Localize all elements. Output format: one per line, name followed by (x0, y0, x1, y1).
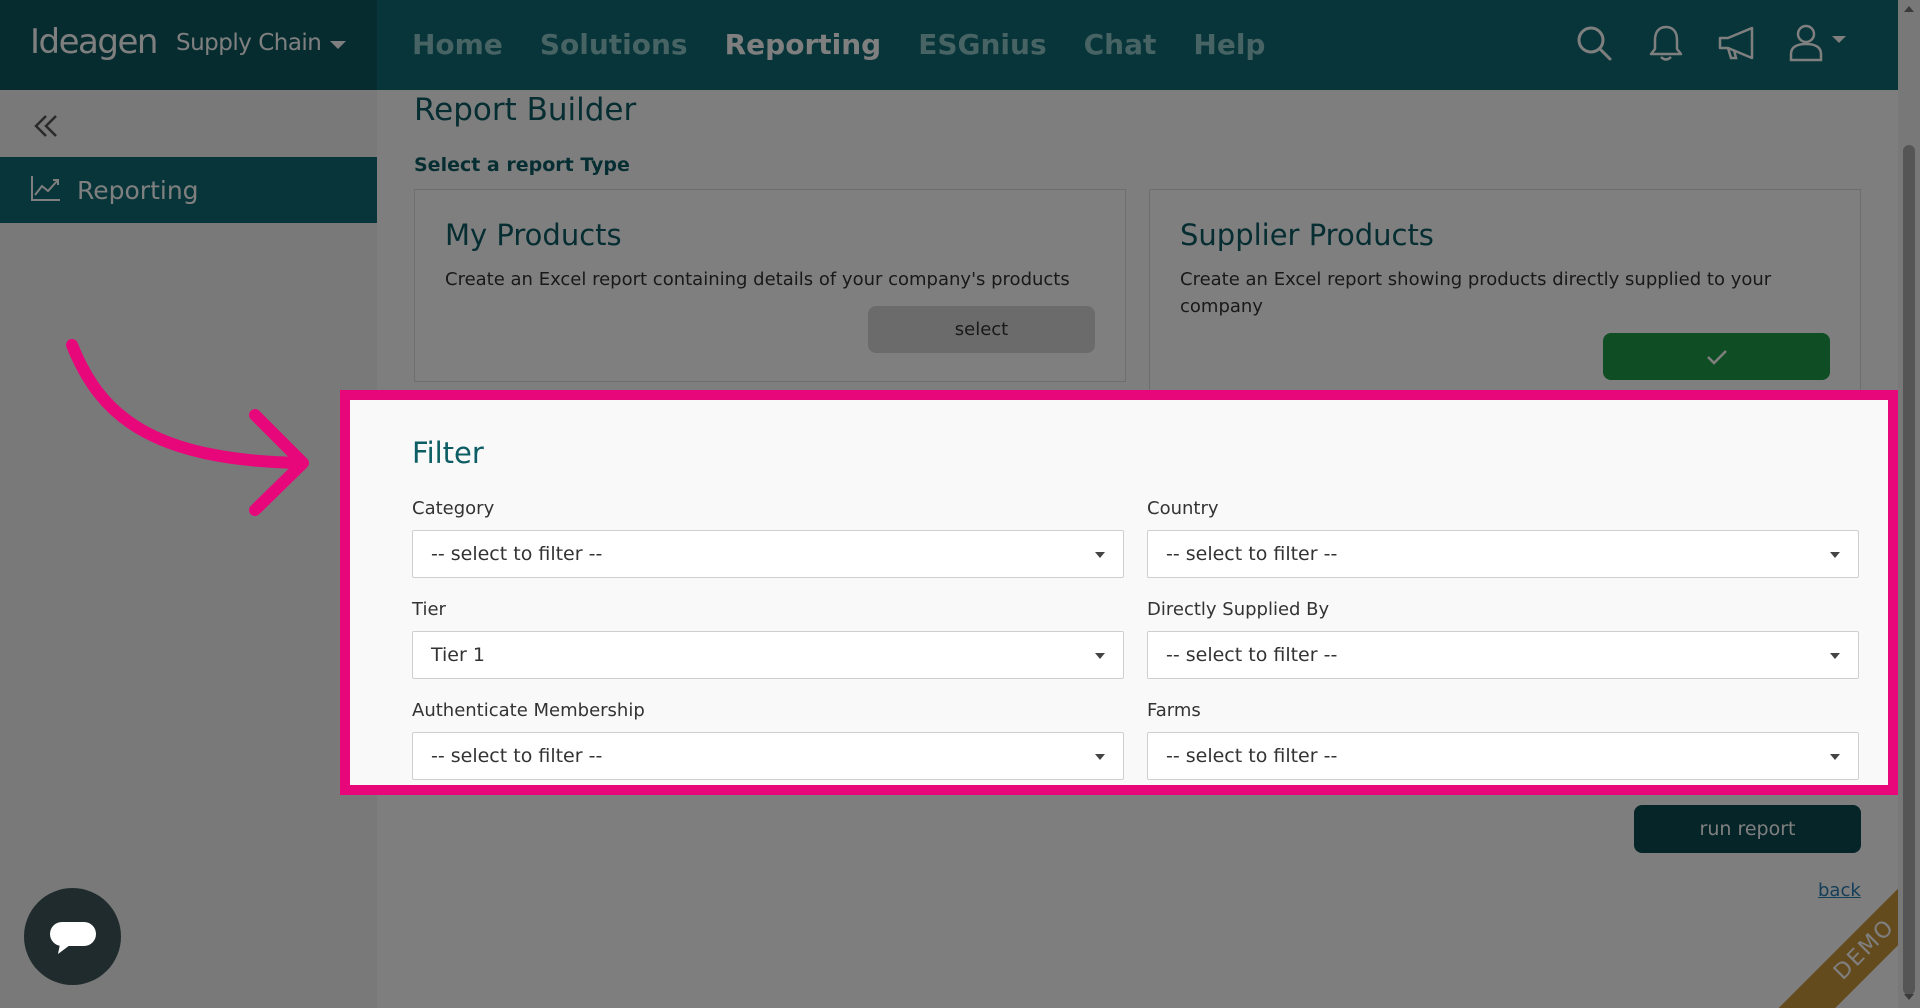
report-card-my-products: My Products Create an Excel report conta… (414, 189, 1126, 382)
check-icon (1706, 349, 1727, 365)
caret-down-icon (1830, 653, 1840, 659)
filter-label-directly-supplied-by: Directly Supplied By (1147, 599, 1330, 620)
demo-ribbon: DEMO (1745, 880, 1898, 1008)
card-title: Supplier Products (1180, 218, 1434, 252)
scroll-thumb[interactable] (1903, 145, 1915, 995)
page-title: Report Builder (414, 92, 637, 128)
tier-select[interactable]: Tier 1 (412, 631, 1124, 679)
demo-badge: DEMO (1773, 880, 1898, 1008)
caret-down-icon (1095, 552, 1105, 558)
select-value: -- select to filter -- (431, 745, 603, 767)
filter-label-farms: Farms (1147, 700, 1201, 721)
caret-down-icon (1095, 653, 1105, 659)
top-icons (1572, 20, 1848, 66)
section-label: Select a report Type (414, 154, 630, 176)
card-description: Create an Excel report containing detail… (445, 269, 1070, 290)
nav-chat[interactable]: Chat (1084, 28, 1157, 61)
scroll-down-icon[interactable] (1904, 994, 1914, 1000)
category-select[interactable]: -- select to filter -- (412, 530, 1124, 578)
card-description: Create an Excel report showing products … (1180, 269, 1772, 317)
caret-down-icon (1830, 552, 1840, 558)
scroll-up-icon[interactable] (1904, 6, 1914, 12)
select-value: -- select to filter -- (431, 543, 603, 565)
sidebar-item-label: Reporting (77, 175, 199, 205)
select-value: Tier 1 (431, 644, 485, 666)
ideagen-logo: Ideagen (30, 22, 158, 62)
user-icon[interactable] (1788, 20, 1848, 66)
chevron-down-icon (330, 41, 346, 49)
farms-select[interactable]: -- select to filter -- (1147, 732, 1859, 780)
chat-bubble-icon (49, 921, 96, 954)
sidebar-item-reporting[interactable]: Reporting (0, 157, 377, 223)
filter-label-category: Category (412, 498, 495, 519)
selected-check-button[interactable] (1603, 333, 1830, 380)
bell-icon[interactable] (1644, 20, 1688, 66)
select-value: -- select to filter -- (1166, 745, 1338, 767)
select-value: -- select to filter -- (1166, 543, 1338, 565)
search-icon[interactable] (1572, 20, 1616, 66)
card-title: My Products (445, 218, 622, 252)
caret-down-icon (1095, 754, 1105, 760)
report-card-supplier-products: Supplier Products Create an Excel report… (1149, 189, 1861, 409)
brand-switcher[interactable]: Ideagen Supply Chain (0, 0, 377, 90)
nav-solutions[interactable]: Solutions (540, 28, 688, 61)
top-navigation-bar: Ideagen Supply Chain Home Solutions Repo… (0, 0, 1898, 90)
country-select[interactable]: -- select to filter -- (1147, 530, 1859, 578)
directly-supplied-by-select[interactable]: -- select to filter -- (1147, 631, 1859, 679)
sidebar: Reporting (0, 90, 377, 1008)
chart-line-icon (30, 174, 62, 206)
scrollbar[interactable] (1898, 0, 1920, 1008)
filter-panel-highlight: Filter Category -- select to filter -- C… (340, 390, 1898, 795)
main-nav: Home Solutions Reporting ESGnius Chat He… (412, 28, 1265, 61)
filter-label-country: Country (1147, 498, 1219, 519)
collapse-sidebar-icon[interactable] (30, 110, 62, 142)
caret-down-icon (1830, 754, 1840, 760)
nav-home[interactable]: Home (412, 28, 503, 61)
filter-label-tier: Tier (412, 599, 446, 620)
filter-label-authenticate-membership: Authenticate Membership (412, 700, 645, 721)
run-report-button[interactable]: run report (1634, 805, 1861, 853)
megaphone-icon[interactable] (1716, 20, 1760, 66)
filter-title: Filter (412, 436, 484, 470)
annotation-arrow-icon (66, 339, 309, 516)
nav-reporting[interactable]: Reporting (725, 28, 882, 61)
select-button[interactable]: select (868, 306, 1095, 353)
product-name: Supply Chain (176, 30, 322, 56)
nav-help[interactable]: Help (1193, 28, 1265, 61)
select-value: -- select to filter -- (1166, 644, 1338, 666)
chat-launcher-button[interactable] (24, 888, 121, 985)
nav-esgnius[interactable]: ESGnius (918, 28, 1046, 61)
authenticate-membership-select[interactable]: -- select to filter -- (412, 732, 1124, 780)
